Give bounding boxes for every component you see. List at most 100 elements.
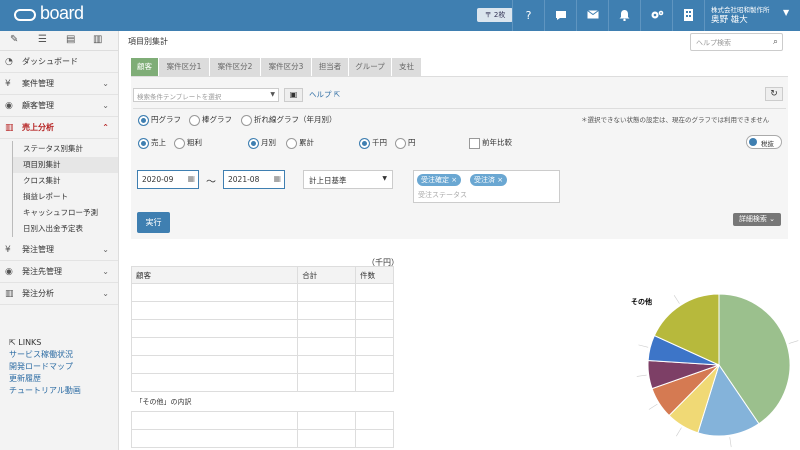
bar-chart-icon: ▥ — [5, 289, 14, 299]
table-row[interactable] — [130, 301, 394, 320]
radio-bar-chart[interactable]: 棒グラフ — [189, 114, 232, 126]
column-header-customer: 顧客 — [130, 266, 299, 284]
bar-chart-icon[interactable]: ▥ — [93, 34, 102, 45]
sidebar-item-suppliers[interactable]: ◉ 発注先管理 ⌄ — [0, 261, 118, 283]
bell-icon[interactable] — [608, 0, 640, 31]
calendar-icon: ▦ — [273, 174, 281, 183]
sidebar: ✎ ☰ ▤ ▥ ◔ ダッシュボード ¥ 案件管理 ⌄ ◉ 顧客管理 ⌄ ▥ 売上… — [0, 31, 119, 450]
calendar-icon: ▦ — [187, 174, 195, 183]
radio-cumulative[interactable]: 累計 — [286, 137, 314, 149]
radio-thousand-yen[interactable]: 千円 — [359, 137, 387, 149]
table-row[interactable] — [130, 411, 394, 430]
table-row[interactable] — [130, 429, 394, 448]
page-title: 項目別集計 — [128, 37, 168, 46]
pie-leader-line — [729, 437, 732, 448]
link-tutorial[interactable]: チュートリアル動画 — [9, 385, 81, 397]
tab-branch[interactable]: 支社 — [392, 58, 422, 76]
tab-assignee[interactable]: 担当者 — [312, 58, 349, 76]
sidebar-item-orders[interactable]: ¥ 発注管理 ⌄ — [0, 239, 118, 261]
date-basis-select[interactable]: 計上日基準 ▼ — [303, 170, 393, 189]
link-service-status[interactable]: サービス稼働状況 — [9, 349, 81, 361]
notice-text: ＊選択できない状態の設定は、現在のグラフでは利用できません — [581, 116, 770, 124]
column-header-total: 合計 — [297, 266, 357, 284]
top-bar: board 〒 2枚 ? 株式会社昭和製作所 奥野 雄大 ▼ — [0, 0, 800, 31]
tab-category-3[interactable]: 案件区分3 — [261, 58, 312, 76]
pie-leader-line — [673, 295, 680, 304]
sidebar-sub-cashflow[interactable]: キャッシュフロー予測 — [12, 205, 118, 221]
help-icon[interactable]: ? — [512, 0, 544, 31]
run-button[interactable]: 実行 — [137, 212, 170, 233]
user-menu[interactable]: 株式会社昭和製作所 奥野 雄大 ▼ — [704, 0, 800, 31]
search-icon: ⌕ — [772, 37, 778, 47]
date-from-input[interactable]: 2020-09 ▦ — [137, 170, 199, 189]
sidebar-sub-daily[interactable]: 日別入出金予定表 — [12, 221, 118, 237]
external-link-icon: ⇱ — [9, 338, 16, 347]
yen-icon: ¥ — [5, 79, 11, 89]
prev-year-checkbox[interactable]: 前年比較 — [469, 137, 512, 149]
building-icon[interactable] — [672, 0, 704, 31]
radio-gross-profit[interactable]: 粗利 — [174, 137, 202, 149]
radio-monthly[interactable]: 月別 — [248, 137, 276, 149]
list-icon[interactable]: ☰ — [38, 34, 47, 45]
sidebar-item-deals[interactable]: ¥ 案件管理 ⌄ — [0, 73, 118, 95]
refresh-button[interactable]: ↻ — [765, 87, 783, 101]
toggle-knob — [749, 138, 757, 146]
pie-label-others: その他 — [631, 297, 652, 306]
table-row[interactable] — [130, 337, 394, 356]
card-icon[interactable]: ▤ — [66, 34, 75, 45]
help-search-input[interactable]: ヘルプ検索 ⌕ — [690, 33, 783, 51]
user-name: 奥野 雄大 — [711, 15, 748, 25]
radio-pie-chart[interactable]: 円グラフ — [138, 114, 181, 126]
chevron-down-icon: ⌄ — [102, 267, 109, 276]
sidebar-sub-cross[interactable]: クロス集計 — [12, 173, 118, 189]
template-select[interactable]: 検索条件テンプレートを選択 ▼ — [133, 88, 279, 102]
sidebar-sub-pl[interactable]: 損益レポート — [12, 189, 118, 205]
advanced-search-button[interactable]: 詳細検索 ⌄ — [733, 213, 781, 226]
date-to-input[interactable]: 2021-08 ▦ — [223, 170, 285, 189]
order-status-input[interactable]: 受注確定 × 受注済 × 受注ステータス — [413, 170, 560, 203]
radio-sales[interactable]: 売上 — [138, 137, 166, 149]
table-row[interactable] — [130, 355, 394, 374]
app-logo[interactable]: board — [12, 3, 84, 24]
sidebar-item-dashboard[interactable]: ◔ ダッシュボード — [0, 51, 118, 73]
help-link[interactable]: ヘルプ ⇱ — [309, 89, 340, 100]
postcard-badge[interactable]: 〒 2枚 — [477, 8, 513, 22]
radio-yen[interactable]: 円 — [395, 137, 416, 149]
sidebar-item-order-analysis[interactable]: ▥ 発注分析 ⌄ — [0, 283, 118, 305]
chevron-down-icon: ⌄ — [102, 79, 109, 88]
tab-group[interactable]: グループ — [349, 58, 392, 76]
external-link-icon: ⇱ — [333, 90, 341, 99]
links-section: ⇱ LINKS サービス稼働状況 開発ロードマップ 更新履歴 チュートリアル動画 — [9, 337, 81, 397]
link-changelog[interactable]: 更新履歴 — [9, 373, 81, 385]
chat-icon[interactable] — [544, 0, 576, 31]
link-roadmap[interactable]: 開発ロードマップ — [9, 361, 81, 373]
save-icon: ▣ — [289, 90, 298, 99]
sidebar-sub-item-summary[interactable]: 項目別集計 — [12, 157, 118, 173]
tab-category-1[interactable]: 案件区分1 — [159, 58, 210, 76]
tax-toggle[interactable]: 税抜 — [746, 135, 782, 149]
gears-icon[interactable] — [640, 0, 672, 31]
table-row[interactable] — [130, 319, 394, 338]
status-chip[interactable]: 受注済 × — [470, 174, 508, 186]
caret-down-icon: ▼ — [270, 91, 275, 98]
column-header-count: 件数 — [355, 266, 394, 284]
user-icon: ◉ — [5, 267, 13, 277]
save-template-button[interactable]: ▣ — [284, 88, 303, 102]
bar-chart-icon: ▥ — [5, 123, 14, 133]
sidebar-sub-status[interactable]: ステータス別集計 — [12, 141, 118, 157]
sidebar-item-customers[interactable]: ◉ 顧客管理 ⌄ — [0, 95, 118, 117]
tab-customer[interactable]: 顧客 — [131, 58, 159, 76]
gauge-icon: ◔ — [5, 57, 13, 67]
table-row[interactable] — [130, 283, 394, 302]
divider — [133, 108, 786, 109]
pie-leader-line — [788, 340, 799, 344]
radio-line-chart[interactable]: 折れ線グラフ（年月別） — [241, 114, 337, 126]
search-panel: 検索条件テンプレートを選択 ▼ ▣ ヘルプ ⇱ ↻ 円グラフ 棒グラフ 折れ線グ… — [131, 76, 788, 239]
sidebar-item-sales-analysis[interactable]: ▥ 売上分析 ⌃ — [0, 117, 118, 139]
pie-leader-line — [636, 374, 647, 377]
pencil-icon[interactable]: ✎ — [10, 34, 18, 45]
mail-icon[interactable] — [576, 0, 608, 31]
status-chip[interactable]: 受注確定 × — [417, 174, 462, 186]
table-row[interactable] — [130, 373, 394, 392]
tab-category-2[interactable]: 案件区分2 — [210, 58, 261, 76]
